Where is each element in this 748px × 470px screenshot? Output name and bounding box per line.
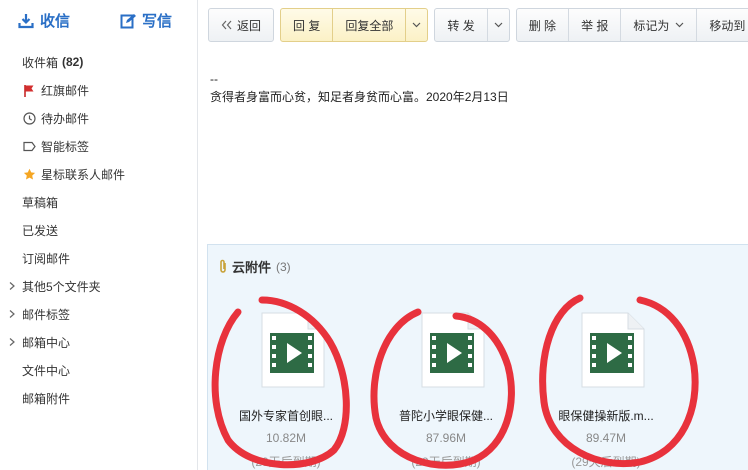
sidebar-item-sent[interactable]: 已发送	[0, 216, 198, 244]
attachments-count: (3)	[276, 259, 291, 274]
receive-button[interactable]: 收信	[18, 10, 70, 31]
chevron-down-icon	[494, 22, 503, 28]
attachment-expiry: (29天后到期)	[251, 455, 321, 469]
attachments-title: 云附件	[232, 260, 272, 275]
sidebar-item-label: 星标联系人邮件	[41, 167, 126, 182]
edit-icon	[120, 13, 136, 28]
receive-label: 收信	[40, 13, 71, 30]
forward-label: 转 发	[447, 18, 475, 33]
signature-separator: --	[210, 72, 218, 86]
paperclip-icon	[220, 259, 226, 273]
attachment-name[interactable]: 眼保健操新版.m...	[536, 407, 676, 424]
chevron-down-icon	[675, 22, 684, 28]
action-group: 删 除 举 报 标记为 移动到	[515, 8, 748, 42]
reply-all-label: 回复全部	[345, 18, 394, 33]
reply-label: 回 复	[293, 18, 321, 33]
write-label: 写信	[142, 13, 173, 30]
sidebar-item-label: 待办邮件	[41, 111, 90, 126]
sidebar-item-flagged[interactable]: 红旗邮件	[0, 76, 198, 104]
sidebar: 收信 写信 收件箱 (82) 红旗邮件 待办邮件 智能标签 星标联系人邮件 草稿…	[0, 0, 198, 470]
video-file-icon	[581, 312, 645, 388]
sidebar-item-label: 其他5个文件夹	[22, 279, 101, 294]
move-to-button[interactable]: 移动到	[697, 9, 748, 41]
sidebar-item-starred-contacts[interactable]: 星标联系人邮件	[0, 160, 198, 188]
download-icon	[18, 13, 34, 28]
video-file-icon	[421, 312, 485, 388]
chevron-down-icon	[412, 22, 421, 28]
report-label: 举 报	[581, 18, 609, 33]
back-button[interactable]: 返回	[209, 9, 273, 41]
sidebar-item-label: 邮件标签	[22, 307, 71, 322]
sidebar-item-label: 草稿箱	[22, 195, 59, 210]
sidebar-item-file-center[interactable]: 文件中心	[0, 356, 198, 384]
sidebar-item-smart-tags[interactable]: 智能标签	[0, 132, 198, 160]
write-button[interactable]: 写信	[120, 10, 172, 31]
reply-dropdown[interactable]	[406, 9, 427, 41]
attachment-size: 89.47M	[585, 431, 627, 445]
chevron-right-icon[interactable]	[8, 309, 16, 319]
clock-icon	[22, 111, 36, 125]
sidebar-item-subscriptions[interactable]: 订阅邮件	[0, 244, 198, 272]
sidebar-item-drafts[interactable]: 草稿箱	[0, 188, 198, 216]
sidebar-item-todo[interactable]: 待办邮件	[0, 104, 198, 132]
unread-count: (82)	[62, 55, 84, 69]
attachments-header: 云附件 (3)	[218, 257, 291, 276]
sidebar-item-label: 邮箱中心	[22, 335, 71, 350]
back-label: 返回	[237, 18, 262, 33]
video-file-icon	[261, 312, 325, 388]
move-to-label: 移动到	[709, 18, 746, 33]
sidebar-item-attachments[interactable]: 邮箱附件	[0, 384, 198, 412]
tag-icon	[22, 139, 36, 153]
report-button[interactable]: 举 报	[569, 9, 622, 41]
reply-button[interactable]: 回 复	[281, 9, 334, 41]
attachment-expiry: (29天后到期)	[571, 455, 641, 469]
forward-dropdown[interactable]	[488, 9, 509, 41]
sidebar-item-label: 已发送	[22, 223, 59, 238]
sidebar-item-label: 红旗邮件	[41, 83, 90, 98]
sidebar-item-label: 订阅邮件	[22, 251, 71, 266]
mail-toolbar: 返回 回 复 回复全部 转 发 删 除 举 报 标记为 移动到	[208, 8, 748, 42]
attachment-size: 87.96M	[425, 431, 467, 445]
sidebar-item-mail-tags[interactable]: 邮件标签	[0, 300, 198, 328]
chevron-right-icon[interactable]	[8, 337, 16, 347]
forward-button[interactable]: 转 发	[435, 9, 488, 41]
reply-group: 回 复 回复全部	[280, 8, 429, 42]
reply-all-button[interactable]: 回复全部	[333, 9, 407, 41]
attachment-expiry: (29天后到期)	[411, 455, 481, 469]
sidebar-item-inbox[interactable]: 收件箱 (82)	[0, 48, 198, 76]
mark-as-label: 标记为	[633, 18, 670, 33]
attachment-name[interactable]: 国外专家首创眼...	[216, 407, 356, 424]
sidebar-item-label: 收件箱	[22, 55, 59, 70]
forward-group: 转 发	[434, 8, 510, 42]
attachment-size: 10.82M	[265, 431, 307, 445]
sidebar-item-mail-center[interactable]: 邮箱中心	[0, 328, 198, 356]
back-group: 返回	[208, 8, 275, 42]
delete-label: 删 除	[528, 18, 557, 33]
sidebar-item-label: 邮箱附件	[22, 391, 71, 406]
mail-content: -- 贪得者身富而心贫，知足者身贫而心富。2020年2月13日	[210, 72, 740, 108]
red-flag-icon	[22, 83, 36, 97]
delete-button[interactable]: 删 除	[517, 9, 570, 41]
chevron-right-icon[interactable]	[8, 281, 16, 291]
sidebar-item-label: 文件中心	[22, 363, 71, 378]
star-icon	[22, 167, 36, 181]
double-chevron-left-icon	[221, 20, 232, 30]
mark-as-button[interactable]: 标记为	[621, 9, 698, 41]
cloud-attachments-panel: 云附件 (3) 国外专家首创眼... 10.82M (29天后到期) 普陀小学眼…	[207, 244, 748, 470]
attachment-name[interactable]: 普陀小学眼保健...	[376, 407, 516, 424]
signature-text: 贪得者身富而心贫，知足者身贫而心富。2020年2月13日	[210, 90, 509, 104]
sidebar-item-other-folders[interactable]: 其他5个文件夹	[0, 272, 198, 300]
folder-nav: 收件箱 (82) 红旗邮件 待办邮件 智能标签 星标联系人邮件 草稿箱 已发送 …	[0, 48, 198, 412]
sidebar-item-label: 智能标签	[41, 139, 90, 154]
